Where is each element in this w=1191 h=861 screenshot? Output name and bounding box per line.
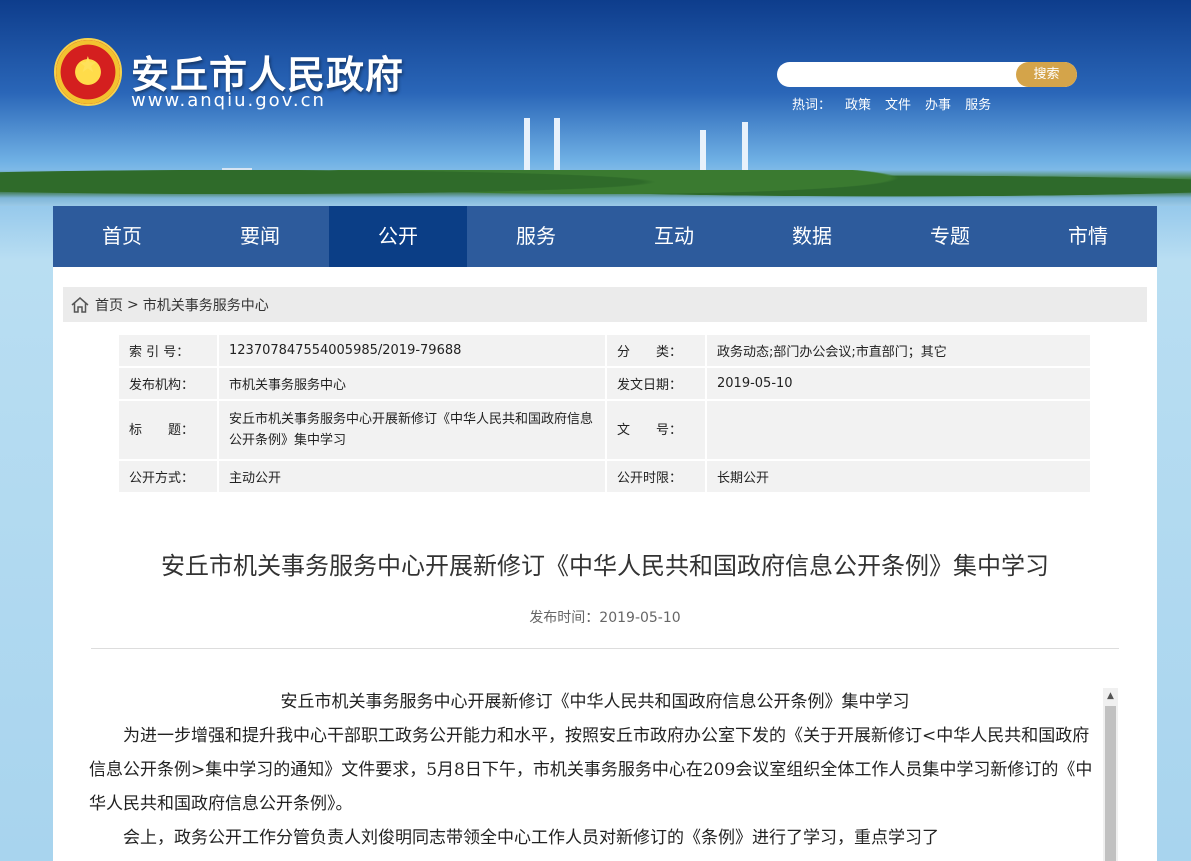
hotword-link[interactable]: 政策 bbox=[845, 94, 871, 113]
nav-item-home[interactable]: 首页 bbox=[53, 206, 191, 267]
article-scrollbar[interactable]: ▲ bbox=[1103, 688, 1118, 861]
meta-period-label: 公开时限： bbox=[607, 461, 705, 492]
nav-item-data[interactable]: 数据 bbox=[743, 206, 881, 267]
scroll-thumb[interactable] bbox=[1105, 706, 1116, 861]
nav-item-news[interactable]: 要闻 bbox=[191, 206, 329, 267]
article-title: 安丘市机关事务服务中心开展新修订《中华人民共和国政府信息公开条例》集中学习 bbox=[161, 552, 1049, 580]
hotword-link[interactable]: 服务 bbox=[965, 94, 991, 113]
hotword-link[interactable]: 办事 bbox=[925, 94, 951, 113]
meta-category-value: 政务动态;部门办公会议;市直部门；其它 bbox=[707, 335, 1090, 366]
meta-index-label: 索 引 号： bbox=[119, 335, 217, 366]
meta-category-label: 分 类： bbox=[607, 335, 705, 366]
meta-title-label: 标 题： bbox=[119, 401, 217, 459]
article-paragraph: 安丘市机关事务服务中心开展新修订《中华人民共和国政府信息公开条例》集中学习 bbox=[280, 692, 910, 712]
content-panel: 首页 > 市机关事务服务中心 索 引 号： 123707847554005985… bbox=[53, 267, 1157, 861]
meta-publisher-value: 市机关事务服务中心 bbox=[219, 368, 605, 399]
banner-trees bbox=[0, 170, 1191, 206]
breadcrumb-home-link[interactable]: 首页 bbox=[95, 295, 123, 315]
search-button[interactable]: 搜索 bbox=[1016, 62, 1077, 87]
hotwords-label: 热词： bbox=[792, 98, 832, 113]
table-row: 索 引 号： 123707847554005985/2019-79688 分 类… bbox=[119, 335, 1090, 366]
table-row: 标 题： 安丘市机关事务服务中心开展新修订《中华人民共和国政府信息公开条例》集中… bbox=[119, 401, 1090, 459]
nav-item-open[interactable]: 公开 bbox=[329, 206, 467, 267]
site-url: www.anqiu.gov.cn bbox=[131, 90, 326, 111]
meta-publisher-label: 发布机构： bbox=[119, 368, 217, 399]
document-meta-table: 索 引 号： 123707847554005985/2019-79688 分 类… bbox=[117, 333, 1092, 494]
header-banner: ★ 安丘市人民政府 www.anqiu.gov.cn 搜索 热词： 政策 文件 … bbox=[0, 0, 1191, 206]
article-paragraph: 会上，政务公开工作分管负责人刘俊明同志带领全中心工作人员对新修订的《条例》进行了… bbox=[123, 828, 939, 848]
nav-item-interact[interactable]: 互动 bbox=[605, 206, 743, 267]
meta-docno-label: 文 号： bbox=[607, 401, 705, 459]
nav-item-city[interactable]: 市情 bbox=[1019, 206, 1157, 267]
hotwords-bar: 热词： 政策 文件 办事 服务 bbox=[792, 94, 991, 113]
breadcrumb-separator: > bbox=[127, 296, 139, 313]
article-pub-time: 发布时间：2019-05-10 bbox=[529, 610, 681, 626]
meta-period-value: 长期公开 bbox=[707, 461, 1090, 492]
nav-item-service[interactable]: 服务 bbox=[467, 206, 605, 267]
table-row: 公开方式： 主动公开 公开时限： 长期公开 bbox=[119, 461, 1090, 492]
table-row: 发布机构： 市机关事务服务中心 发文日期： 2019-05-10 bbox=[119, 368, 1090, 399]
breadcrumb: 首页 > 市机关事务服务中心 bbox=[63, 287, 1147, 322]
meta-date-value: 2019-05-10 bbox=[707, 368, 1090, 399]
scroll-up-arrow-icon[interactable]: ▲ bbox=[1103, 688, 1118, 705]
hotword-link[interactable]: 文件 bbox=[885, 94, 911, 113]
main-nav: 首页 要闻 公开 服务 互动 数据 专题 市情 bbox=[53, 206, 1157, 267]
meta-method-label: 公开方式： bbox=[119, 461, 217, 492]
breadcrumb-current-link[interactable]: 市机关事务服务中心 bbox=[143, 295, 269, 315]
article-paragraph: 为进一步增强和提升我中心干部职工政务公开能力和水平，按照安丘市政府办公室下发的《… bbox=[89, 726, 1093, 814]
meta-title-value: 安丘市机关事务服务中心开展新修订《中华人民共和国政府信息公开条例》集中学习 bbox=[219, 401, 605, 459]
meta-date-label: 发文日期： bbox=[607, 368, 705, 399]
divider bbox=[91, 648, 1119, 649]
nav-item-topics[interactable]: 专题 bbox=[881, 206, 1019, 267]
article-body: 安丘市机关事务服务中心开展新修订《中华人民共和国政府信息公开条例》集中学习 为进… bbox=[89, 685, 1101, 855]
meta-method-value: 主动公开 bbox=[219, 461, 605, 492]
home-icon bbox=[71, 296, 89, 313]
national-emblem-icon: ★ bbox=[54, 38, 122, 106]
meta-index-value: 123707847554005985/2019-79688 bbox=[219, 335, 605, 366]
meta-docno-value bbox=[707, 401, 1090, 459]
